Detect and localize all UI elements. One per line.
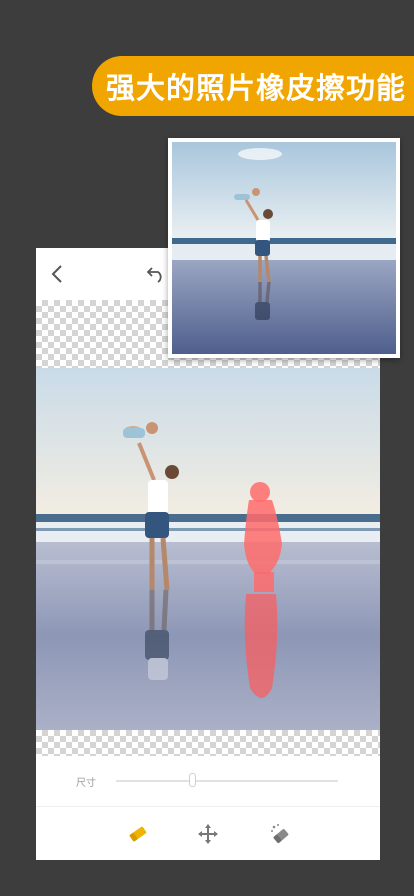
eraser-tool-button[interactable] [124, 820, 152, 848]
move-icon [198, 824, 218, 844]
edited-photo[interactable] [36, 368, 380, 730]
before-photo [172, 142, 396, 354]
size-slider-track[interactable] [116, 780, 338, 782]
feature-banner: 强大的照片橡皮擦功能 [92, 56, 414, 116]
back-button[interactable] [46, 262, 68, 286]
transparent-canvas-bottom [36, 730, 380, 756]
before-photo-card [168, 138, 400, 358]
move-tool-button[interactable] [194, 820, 222, 848]
magic-eraser-tool-button[interactable] [266, 820, 294, 848]
tool-toolbar [36, 808, 380, 860]
size-slider-thumb[interactable] [189, 773, 196, 787]
undo-button[interactable] [144, 262, 168, 286]
undo-arrow-icon [146, 267, 162, 283]
magic-eraser-icon [271, 824, 289, 844]
chevron-left-icon [51, 265, 62, 283]
size-control: 尺寸 [36, 756, 380, 807]
size-label: 尺寸 [76, 778, 96, 789]
banner-title: 强大的照片橡皮擦功能 [106, 71, 407, 105]
eraser-icon [129, 826, 147, 842]
